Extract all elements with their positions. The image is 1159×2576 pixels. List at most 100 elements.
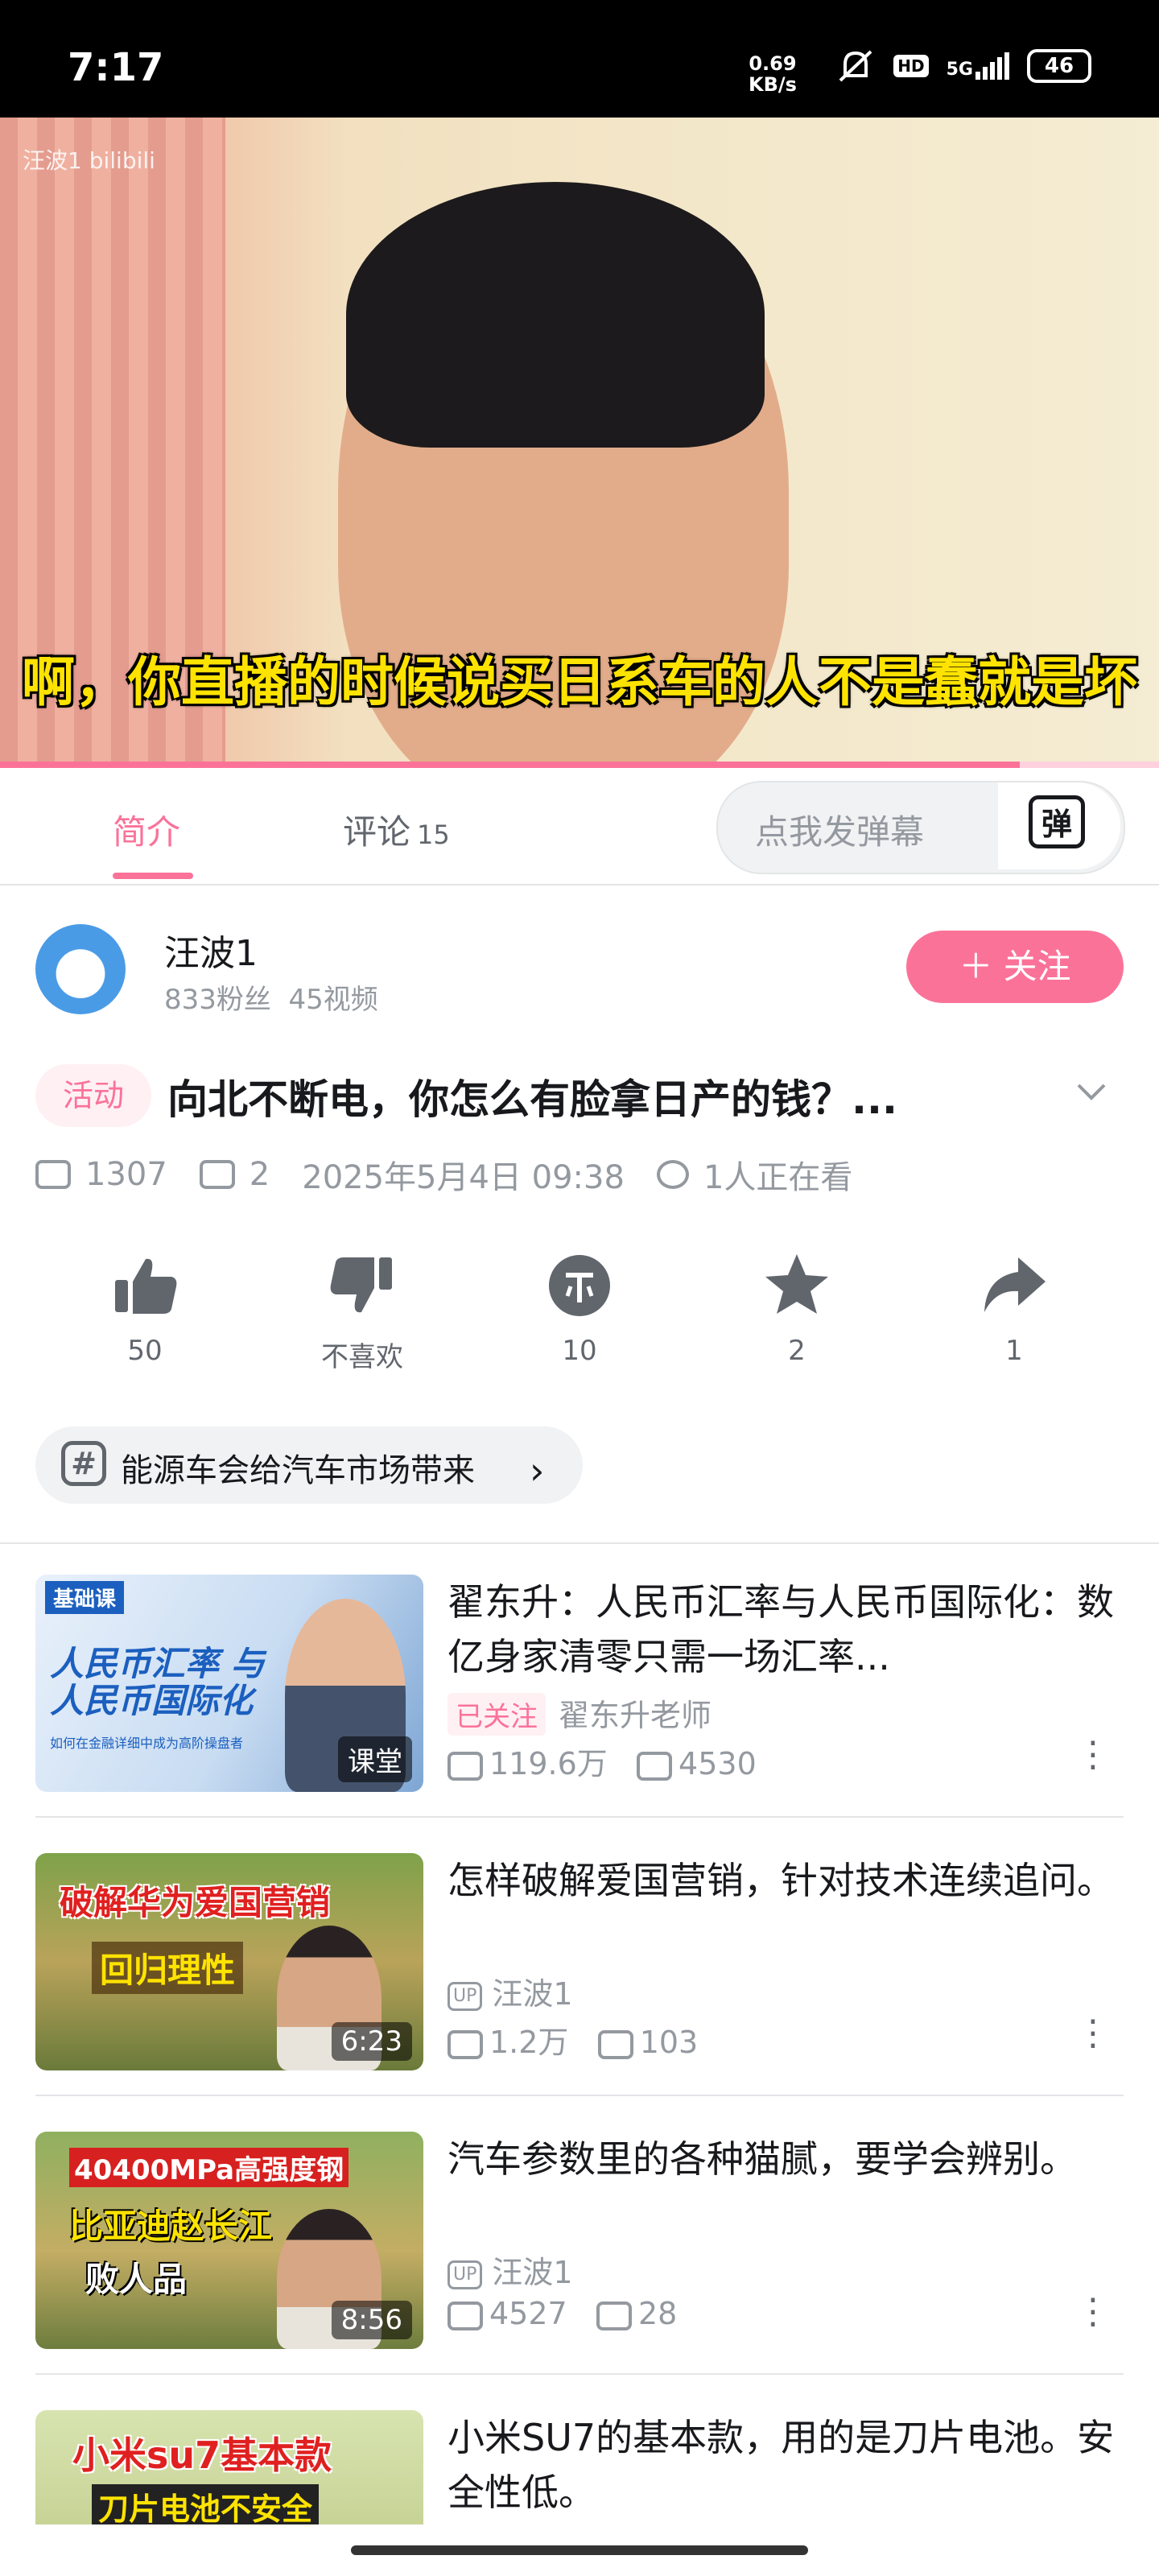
chevron-down-icon[interactable] — [1075, 1075, 1107, 1108]
uploader-name[interactable]: 汪波1 — [164, 924, 258, 976]
video-duration: 课堂 — [338, 1736, 412, 1782]
video-frame-hair — [346, 182, 765, 448]
favorite-button[interactable]: 2 — [708, 1249, 885, 1367]
coin-icon — [549, 1255, 610, 1316]
danmaku-count: 103 — [639, 2025, 699, 2060]
signal-icon: 5G — [947, 52, 1009, 80]
play-count-icon — [448, 2029, 483, 2059]
video-count: 45视频 — [288, 984, 378, 1016]
network-speed-value: 0.69 — [749, 52, 797, 75]
view-count: 119.6万 — [489, 1746, 608, 1781]
signal-label: 5G — [946, 60, 973, 80]
recommended-video-title: 小米SU7的基本款，用的是刀片电池。安全性低。 — [448, 2416, 1115, 2514]
home-indicator[interactable] — [351, 2545, 808, 2555]
tab-intro[interactable]: 简介 — [113, 805, 180, 854]
dislike-label: 不喜欢 — [321, 1341, 403, 1373]
view-count: 4527 — [489, 2296, 567, 2331]
thumbnail-title: 破解华为爱国营销 — [60, 1883, 331, 1922]
share-button[interactable]: 1 — [926, 1249, 1103, 1367]
coin-button[interactable]: 10 — [491, 1249, 668, 1367]
danmaku-count-icon — [637, 1751, 673, 1781]
up-badge: UP — [448, 1981, 483, 2011]
view-count: 1307 — [85, 1156, 167, 1193]
hashtag-icon: # — [61, 1441, 106, 1486]
recommended-video-stats: 119.6万 4530 — [448, 1739, 757, 1783]
play-count-icon — [448, 1751, 483, 1781]
thumbnail-subtitle: 回归理性 — [92, 1942, 244, 1994]
recommended-video-author: UP 汪波1 — [448, 1969, 573, 2013]
comment-count: 15 — [417, 819, 450, 850]
dislike-button[interactable]: 不喜欢 — [274, 1249, 451, 1374]
recommended-video-stats: 4527 28 — [448, 2296, 677, 2331]
activity-tag[interactable]: 活动 — [35, 1064, 151, 1127]
thumbnail-subtitle: 刀片电池不安全 — [92, 2484, 320, 2524]
danmaku-input[interactable]: 点我发弹幕 — [755, 805, 924, 854]
danmaku-count: 28 — [637, 2296, 678, 2331]
bilibili-watermark: 汪波1 bilibili — [23, 147, 155, 174]
tab-comments-label: 评论 — [343, 812, 411, 852]
danmaku-count-icon — [199, 1160, 235, 1189]
recommended-video[interactable]: 40400MPa高强度钢 比亚迪赵长江 败人品 8:56 汽车参数里的各种猫腻，… — [35, 2132, 1124, 2375]
share-icon — [984, 1257, 1046, 1312]
author-name: 翟东升老师 — [559, 1698, 712, 1733]
video-thumbnail: 40400MPa高强度钢 比亚迪赵长江 败人品 8:56 — [35, 2132, 423, 2349]
status-icons: HD 5G 46 — [835, 48, 1091, 84]
section-divider — [0, 1542, 1159, 1544]
recommended-video-title: 怎样破解爱国营销，针对技术连续追问。 — [448, 1859, 1114, 1902]
more-options-icon[interactable]: ⋮ — [1075, 1737, 1111, 1773]
recommended-video[interactable]: 小米su7基本款 刀片电池不安全 小米SU7的基本款，用的是刀片电池。安全性低。 — [35, 2410, 1124, 2524]
more-options-icon[interactable]: ⋮ — [1075, 2294, 1111, 2330]
fans-count: 833粉丝 — [164, 984, 271, 1016]
view-count: 1.2万 — [489, 2025, 569, 2060]
author-name: 汪波1 — [492, 2255, 573, 2290]
video-duration: 8:56 — [331, 2301, 412, 2339]
uploader-stats: 833粉丝 45视频 — [164, 977, 378, 1017]
recommended-video-title: 翟东升：人民币汇率与人民币国际化：数亿身家清零只需一场汇率... — [448, 1580, 1114, 1678]
share-count: 1 — [1005, 1335, 1023, 1367]
divider — [35, 1816, 1124, 1818]
recommended-video[interactable]: 破解华为爱国营销 回归理性 6:23 怎样破解爱国营销，针对技术连续追问。 UP… — [35, 1853, 1124, 2096]
battery-icon: 46 — [1027, 49, 1091, 83]
tab-comments[interactable]: 评论 15 — [343, 805, 450, 854]
publish-date: 2025年5月4日 09:38 — [302, 1159, 625, 1196]
recommended-video-author: 已关注 翟东升老师 — [448, 1690, 711, 1736]
video-subtitle: 啊，你直播的时候说买日系车的人不是蠢就是坏 — [22, 651, 1137, 713]
danmaku-count: 2 — [249, 1156, 270, 1193]
recommended-video-stats: 1.2万 103 — [448, 2017, 698, 2062]
video-thumbnail: 破解华为爱国营销 回归理性 6:23 — [35, 1853, 423, 2070]
danmaku-icon: 弹 — [1029, 795, 1085, 848]
like-button[interactable]: 50 — [56, 1249, 233, 1367]
thumbnail-caption: 败人品 — [85, 2260, 188, 2299]
up-badge: UP — [448, 2260, 483, 2289]
mute-bell-icon — [839, 50, 872, 82]
status-time: 7:17 — [68, 45, 164, 90]
video-thumbnail: 基础课 人民币汇率 与人民币国际化 如何在金融详细中成为高阶操盘者 课堂 — [35, 1575, 423, 1792]
thumbs-down-icon — [330, 1257, 392, 1313]
danmaku-count-icon — [596, 2301, 632, 2330]
play-count-icon — [448, 2301, 483, 2330]
recommended-video[interactable]: 基础课 人民币汇率 与人民币国际化 如何在金融详细中成为高阶操盘者 课堂 翟东升… — [35, 1575, 1124, 1818]
more-options-icon[interactable]: ⋮ — [1075, 2016, 1111, 2051]
video-title: 向北不断电，你怎么有脸拿日产的钱？... — [167, 1076, 897, 1123]
viewers-icon — [656, 1160, 689, 1189]
thumbnail-subtitle: 如何在金融详细中成为高阶操盘者 — [50, 1736, 244, 1751]
follow-button[interactable]: ＋ 关注 — [906, 931, 1124, 1003]
video-meta-row: 1307 2 2025年5月4日 09:38 1人正在看 — [35, 1151, 852, 1198]
progress-fill — [0, 762, 1021, 768]
network-speed: 0.69 KB/s — [749, 53, 797, 95]
like-count: 50 — [127, 1335, 163, 1367]
recommended-video-author: UP 汪波1 — [448, 2248, 573, 2292]
star-icon — [765, 1254, 828, 1314]
chevron-right-icon: › — [530, 1449, 545, 1492]
video-player[interactable]: 啊，你直播的时候说买日系车的人不是蠢就是坏 — [0, 118, 1159, 768]
thumbnail-title: 人民币汇率 与人民币国际化 — [50, 1644, 265, 1720]
avatar[interactable] — [35, 924, 126, 1014]
hd-icon: HD — [893, 55, 929, 77]
network-speed-unit: KB/s — [749, 73, 797, 96]
video-thumbnail: 小米su7基本款 刀片电池不安全 — [35, 2410, 423, 2524]
thumbnail-title: 小米su7基本款 — [72, 2434, 332, 2477]
coin-count: 10 — [562, 1335, 597, 1367]
play-count-icon — [35, 1160, 71, 1189]
recommended-video-title: 汽车参数里的各种猫腻，要学会辨别。 — [448, 2137, 1077, 2181]
active-tab-indicator — [113, 873, 193, 879]
